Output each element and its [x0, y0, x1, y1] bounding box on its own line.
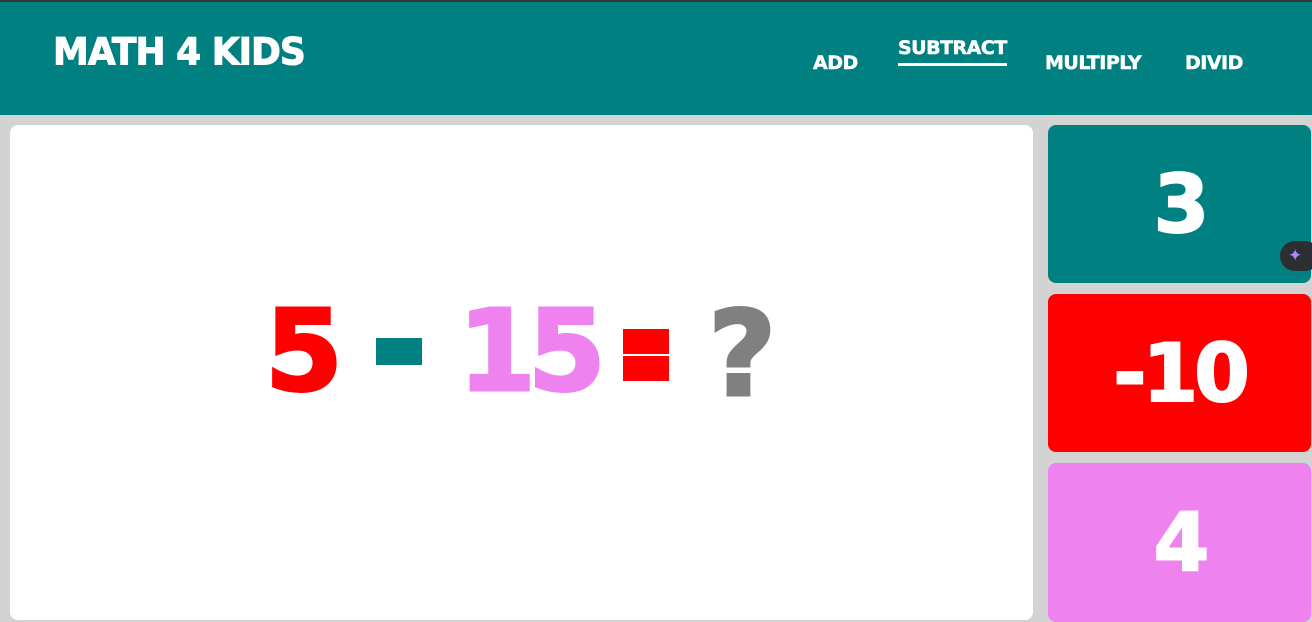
- app-header: MATH 4 KIDS ADD SUBTRACT MULTIPLY DIVID: [0, 2, 1312, 115]
- nav-multiply[interactable]: MULTIPLY: [1045, 52, 1142, 75]
- nav-add[interactable]: ADD: [813, 52, 859, 75]
- answer-option-3-value: 4: [1153, 495, 1211, 590]
- assistant-button[interactable]: ✦: [1280, 241, 1312, 271]
- operand-a: 5: [264, 286, 345, 419]
- minus-sign: [376, 338, 422, 365]
- problem-board: 5 15 ?: [10, 125, 1033, 620]
- equals-sign: [623, 329, 669, 381]
- nav-subtract[interactable]: SUBTRACT: [898, 37, 1008, 66]
- app-title: MATH 4 KIDS: [53, 30, 307, 75]
- answer-option-1-value: 3: [1153, 157, 1211, 252]
- answer-option-2-value: -10: [1112, 326, 1251, 421]
- equals-bar-bottom: [623, 356, 669, 381]
- answer-option-3[interactable]: 4: [1048, 463, 1311, 622]
- operand-b: 15: [457, 286, 608, 419]
- answer-option-2[interactable]: -10: [1048, 294, 1311, 452]
- unknown-answer: ?: [706, 284, 777, 425]
- sparkle-icon: ✦: [1288, 246, 1303, 266]
- nav-divid[interactable]: DIVID: [1185, 52, 1244, 75]
- answer-option-1[interactable]: 3: [1048, 125, 1311, 283]
- equals-bar-top: [623, 329, 669, 354]
